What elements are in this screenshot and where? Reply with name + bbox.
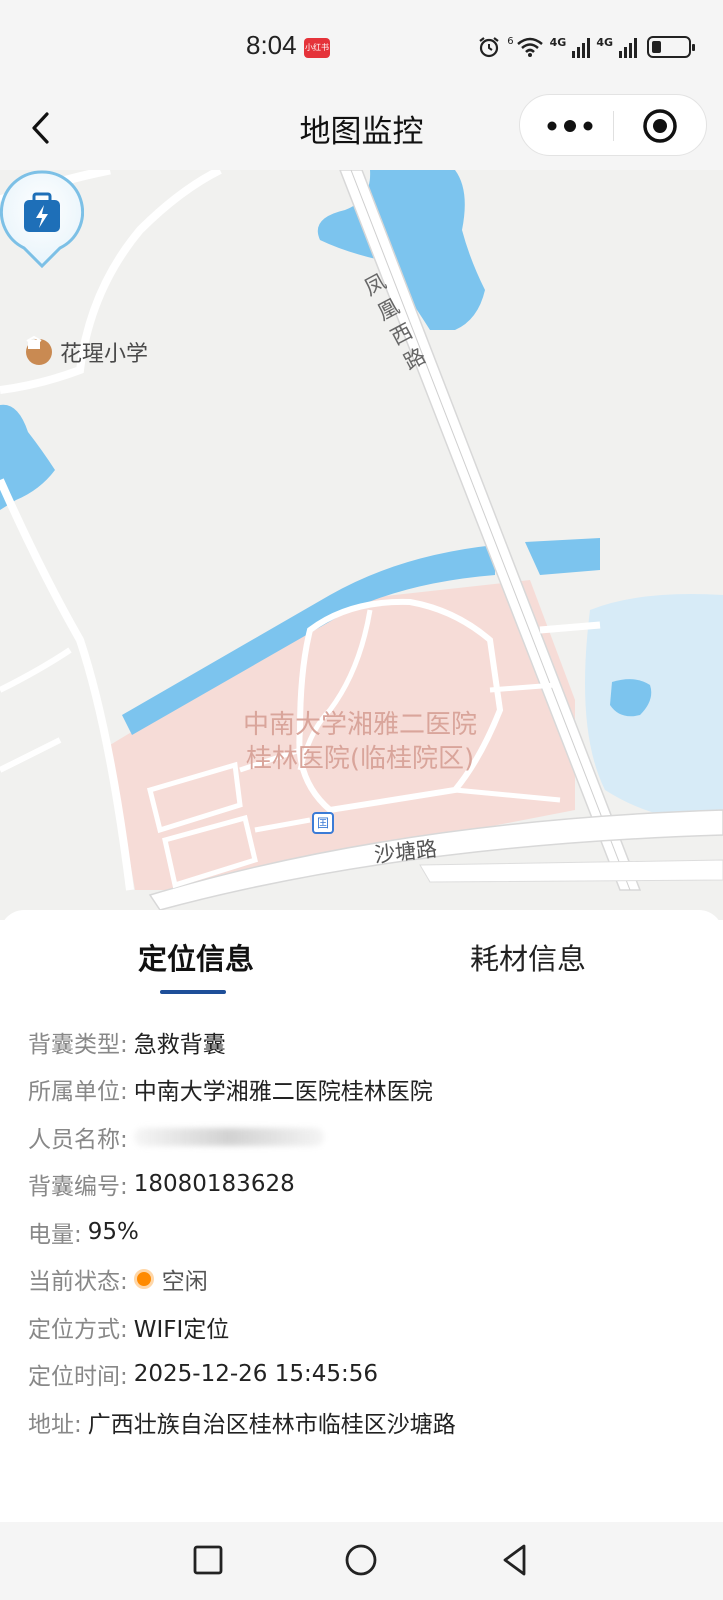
- status-icons: 6 4G 4G: [477, 34, 695, 60]
- info-row-address: 地址: 广西壮族自治区桂林市临桂区沙塘路: [28, 1398, 456, 1446]
- school-icon: [26, 336, 52, 365]
- status-dot-icon: [133, 1269, 154, 1290]
- app-notification-icon: 小红书: [304, 38, 330, 58]
- battery-value: 95%: [87, 1218, 139, 1245]
- active-tab-indicator: [160, 990, 226, 994]
- network-label-1: 6: [507, 35, 514, 47]
- bus-stop-icon[interactable]: 囯: [312, 812, 334, 834]
- map-view[interactable]: 花瑆小学 凤凰西路 沙塘路 中南大学湘雅二医院 桂林医院(临桂院区) 囯: [0, 170, 723, 920]
- locate-time-label: 定位时间:: [28, 1364, 128, 1391]
- bag-type-value: 急救背囊: [133, 1031, 226, 1058]
- battery-label: 电量:: [28, 1221, 82, 1248]
- info-list: 背囊类型: 急救背囊 所属单位: 中南大学湘雅二医院桂林医院 人员名称: 背囊编…: [28, 1018, 456, 1446]
- status-bar: 8:04 小红书 6 4G 4G: [0, 0, 723, 92]
- hospital-label[interactable]: 中南大学湘雅二医院 桂林医院(临桂院区): [200, 708, 520, 776]
- address-value: 广西壮族自治区桂林市临桂区沙塘路: [87, 1411, 456, 1438]
- info-panel: 定位信息 耗材信息 背囊类型: 急救背囊 所属单位: 中南大学湘雅二医院桂林医院…: [0, 910, 723, 1522]
- tab-location-info[interactable]: 定位信息: [138, 936, 254, 978]
- address-label: 地址:: [28, 1411, 82, 1438]
- status-value: 空闲: [161, 1269, 208, 1296]
- hospital-label-line2: 桂林医院(临桂院区): [245, 744, 475, 774]
- person-value-redacted: [133, 1127, 324, 1146]
- bag-type-label: 背囊类型:: [28, 1031, 128, 1058]
- info-row-locate-method: 定位方式: WIFI定位: [28, 1303, 456, 1351]
- locate-method-value: WIFI定位: [133, 1316, 230, 1343]
- locate-time-value: 2025-12-26 15:45:56: [133, 1361, 379, 1388]
- info-row-status: 当前状态: 空闲: [28, 1256, 456, 1304]
- battery-icon: [647, 36, 695, 58]
- first-aid-bag-bolt-icon[interactable]: [0, 170, 84, 270]
- status-label: 当前状态:: [28, 1269, 128, 1296]
- more-dots-icon[interactable]: [542, 115, 598, 137]
- circle-home-icon[interactable]: [343, 1542, 379, 1578]
- system-nav-bar: [0, 1522, 723, 1600]
- unit-value: 中南大学湘雅二医院桂林医院: [133, 1079, 433, 1106]
- hospital-label-line1: 中南大学湘雅二医院: [242, 710, 477, 740]
- nav-bar: 地图监控: [0, 92, 723, 170]
- info-row-bag-type: 背囊类型: 急救背囊: [28, 1018, 456, 1066]
- network-label-3: 4G: [596, 35, 613, 49]
- info-row-unit: 所属单位: 中南大学湘雅二医院桂林医院: [28, 1066, 456, 1114]
- signal-icon-1: [572, 36, 591, 58]
- capsule-divider: [613, 111, 614, 141]
- triangle-back-icon[interactable]: [497, 1542, 533, 1578]
- locate-method-label: 定位方式:: [28, 1316, 128, 1343]
- bag-no-label: 背囊编号:: [28, 1174, 128, 1201]
- bag-no-value: 18080183628: [133, 1171, 295, 1198]
- info-tabs: 定位信息 耗材信息: [0, 910, 723, 1002]
- alarm-icon: [479, 37, 499, 58]
- info-row-person: 人员名称:: [28, 1113, 456, 1161]
- mini-program-capsule: [519, 94, 707, 156]
- record-target-icon[interactable]: [642, 108, 678, 144]
- tab-consumables-info[interactable]: 耗材信息: [470, 936, 586, 978]
- unit-label: 所属单位:: [28, 1079, 128, 1106]
- square-recent-icon[interactable]: [190, 1542, 226, 1578]
- info-row-battery: 电量: 95%: [28, 1208, 456, 1256]
- status-time: 8:04: [246, 30, 297, 60]
- wifi-icon: [516, 37, 543, 57]
- person-label: 人员名称:: [28, 1126, 128, 1153]
- network-label-2: 4G: [549, 35, 567, 49]
- info-row-bag-no: 背囊编号: 18080183628: [28, 1161, 456, 1209]
- poi-school[interactable]: 花瑆小学: [26, 336, 148, 368]
- signal-icon-2: [619, 36, 637, 58]
- poi-school-label: 花瑆小学: [60, 342, 149, 367]
- info-row-locate-time: 定位时间: 2025-12-26 15:45:56: [28, 1351, 456, 1399]
